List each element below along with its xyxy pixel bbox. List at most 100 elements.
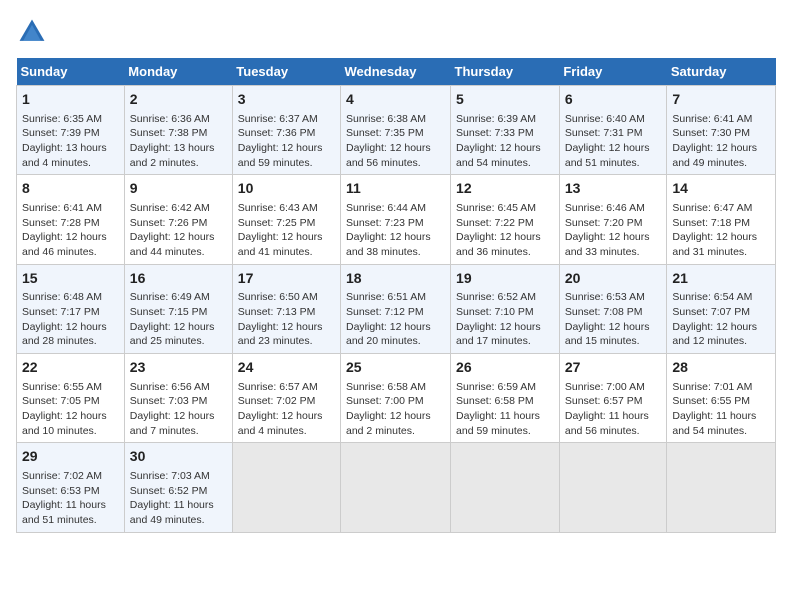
day-info: Sunrise: 6:56 AMSunset: 7:03 PMDaylight:…: [130, 380, 227, 439]
day-number: 12: [456, 179, 554, 199]
calendar-row: 22Sunrise: 6:55 AMSunset: 7:05 PMDayligh…: [17, 354, 776, 443]
day-number: 29: [22, 447, 119, 467]
calendar-cell: 9Sunrise: 6:42 AMSunset: 7:26 PMDaylight…: [124, 175, 232, 264]
calendar-cell: 5Sunrise: 6:39 AMSunset: 7:33 PMDaylight…: [451, 86, 560, 175]
day-header-tuesday: Tuesday: [232, 58, 340, 86]
calendar-cell: 16Sunrise: 6:49 AMSunset: 7:15 PMDayligh…: [124, 264, 232, 353]
day-info: Sunrise: 7:02 AMSunset: 6:53 PMDaylight:…: [22, 469, 119, 528]
calendar-cell: [451, 443, 560, 532]
day-info: Sunrise: 6:53 AMSunset: 7:08 PMDaylight:…: [565, 290, 662, 349]
day-number: 13: [565, 179, 662, 199]
day-number: 30: [130, 447, 227, 467]
header-row: SundayMondayTuesdayWednesdayThursdayFrid…: [17, 58, 776, 86]
day-info: Sunrise: 6:49 AMSunset: 7:15 PMDaylight:…: [130, 290, 227, 349]
day-number: 16: [130, 269, 227, 289]
calendar-cell: 6Sunrise: 6:40 AMSunset: 7:31 PMDaylight…: [559, 86, 667, 175]
calendar-cell: 15Sunrise: 6:48 AMSunset: 7:17 PMDayligh…: [17, 264, 125, 353]
day-info: Sunrise: 6:44 AMSunset: 7:23 PMDaylight:…: [346, 201, 445, 260]
calendar-cell: 12Sunrise: 6:45 AMSunset: 7:22 PMDayligh…: [451, 175, 560, 264]
day-number: 17: [238, 269, 335, 289]
calendar-cell: [667, 443, 776, 532]
day-info: Sunrise: 6:41 AMSunset: 7:30 PMDaylight:…: [672, 112, 770, 171]
day-info: Sunrise: 6:43 AMSunset: 7:25 PMDaylight:…: [238, 201, 335, 260]
day-number: 24: [238, 358, 335, 378]
day-info: Sunrise: 7:03 AMSunset: 6:52 PMDaylight:…: [130, 469, 227, 528]
calendar-cell: 18Sunrise: 6:51 AMSunset: 7:12 PMDayligh…: [341, 264, 451, 353]
day-info: Sunrise: 6:45 AMSunset: 7:22 PMDaylight:…: [456, 201, 554, 260]
day-number: 28: [672, 358, 770, 378]
calendar-cell: 10Sunrise: 6:43 AMSunset: 7:25 PMDayligh…: [232, 175, 340, 264]
calendar-cell: 13Sunrise: 6:46 AMSunset: 7:20 PMDayligh…: [559, 175, 667, 264]
day-number: 2: [130, 90, 227, 110]
calendar-row: 8Sunrise: 6:41 AMSunset: 7:28 PMDaylight…: [17, 175, 776, 264]
day-info: Sunrise: 6:36 AMSunset: 7:38 PMDaylight:…: [130, 112, 227, 171]
calendar-cell: 19Sunrise: 6:52 AMSunset: 7:10 PMDayligh…: [451, 264, 560, 353]
day-info: Sunrise: 6:41 AMSunset: 7:28 PMDaylight:…: [22, 201, 119, 260]
day-info: Sunrise: 7:00 AMSunset: 6:57 PMDaylight:…: [565, 380, 662, 439]
day-header-saturday: Saturday: [667, 58, 776, 86]
day-number: 14: [672, 179, 770, 199]
day-number: 6: [565, 90, 662, 110]
day-info: Sunrise: 6:55 AMSunset: 7:05 PMDaylight:…: [22, 380, 119, 439]
day-number: 4: [346, 90, 445, 110]
logo: [16, 16, 52, 48]
day-info: Sunrise: 6:37 AMSunset: 7:36 PMDaylight:…: [238, 112, 335, 171]
calendar-cell: 27Sunrise: 7:00 AMSunset: 6:57 PMDayligh…: [559, 354, 667, 443]
day-number: 10: [238, 179, 335, 199]
calendar-cell: 20Sunrise: 6:53 AMSunset: 7:08 PMDayligh…: [559, 264, 667, 353]
day-header-monday: Monday: [124, 58, 232, 86]
calendar-cell: 30Sunrise: 7:03 AMSunset: 6:52 PMDayligh…: [124, 443, 232, 532]
calendar-cell: 23Sunrise: 6:56 AMSunset: 7:03 PMDayligh…: [124, 354, 232, 443]
day-header-sunday: Sunday: [17, 58, 125, 86]
day-number: 27: [565, 358, 662, 378]
day-info: Sunrise: 6:39 AMSunset: 7:33 PMDaylight:…: [456, 112, 554, 171]
day-info: Sunrise: 6:54 AMSunset: 7:07 PMDaylight:…: [672, 290, 770, 349]
calendar-cell: 29Sunrise: 7:02 AMSunset: 6:53 PMDayligh…: [17, 443, 125, 532]
calendar-row: 1Sunrise: 6:35 AMSunset: 7:39 PMDaylight…: [17, 86, 776, 175]
calendar-cell: 24Sunrise: 6:57 AMSunset: 7:02 PMDayligh…: [232, 354, 340, 443]
calendar-cell: 28Sunrise: 7:01 AMSunset: 6:55 PMDayligh…: [667, 354, 776, 443]
day-number: 1: [22, 90, 119, 110]
calendar-cell: 1Sunrise: 6:35 AMSunset: 7:39 PMDaylight…: [17, 86, 125, 175]
calendar-row: 15Sunrise: 6:48 AMSunset: 7:17 PMDayligh…: [17, 264, 776, 353]
calendar-cell: 21Sunrise: 6:54 AMSunset: 7:07 PMDayligh…: [667, 264, 776, 353]
day-info: Sunrise: 6:51 AMSunset: 7:12 PMDaylight:…: [346, 290, 445, 349]
day-number: 7: [672, 90, 770, 110]
day-info: Sunrise: 6:58 AMSunset: 7:00 PMDaylight:…: [346, 380, 445, 439]
day-number: 21: [672, 269, 770, 289]
day-info: Sunrise: 6:52 AMSunset: 7:10 PMDaylight:…: [456, 290, 554, 349]
day-info: Sunrise: 6:59 AMSunset: 6:58 PMDaylight:…: [456, 380, 554, 439]
calendar-cell: [341, 443, 451, 532]
logo-icon: [16, 16, 48, 48]
calendar-cell: 2Sunrise: 6:36 AMSunset: 7:38 PMDaylight…: [124, 86, 232, 175]
day-number: 18: [346, 269, 445, 289]
day-info: Sunrise: 6:50 AMSunset: 7:13 PMDaylight:…: [238, 290, 335, 349]
day-header-wednesday: Wednesday: [341, 58, 451, 86]
calendar-cell: 3Sunrise: 6:37 AMSunset: 7:36 PMDaylight…: [232, 86, 340, 175]
day-header-friday: Friday: [559, 58, 667, 86]
calendar-row: 29Sunrise: 7:02 AMSunset: 6:53 PMDayligh…: [17, 443, 776, 532]
day-number: 3: [238, 90, 335, 110]
day-info: Sunrise: 6:38 AMSunset: 7:35 PMDaylight:…: [346, 112, 445, 171]
calendar-table: SundayMondayTuesdayWednesdayThursdayFrid…: [16, 58, 776, 533]
calendar-cell: 22Sunrise: 6:55 AMSunset: 7:05 PMDayligh…: [17, 354, 125, 443]
calendar-cell: [232, 443, 340, 532]
day-info: Sunrise: 6:47 AMSunset: 7:18 PMDaylight:…: [672, 201, 770, 260]
page-header: [16, 16, 776, 48]
day-number: 23: [130, 358, 227, 378]
day-number: 9: [130, 179, 227, 199]
calendar-cell: 25Sunrise: 6:58 AMSunset: 7:00 PMDayligh…: [341, 354, 451, 443]
calendar-cell: [559, 443, 667, 532]
day-number: 8: [22, 179, 119, 199]
day-number: 26: [456, 358, 554, 378]
day-header-thursday: Thursday: [451, 58, 560, 86]
day-number: 5: [456, 90, 554, 110]
day-info: Sunrise: 7:01 AMSunset: 6:55 PMDaylight:…: [672, 380, 770, 439]
day-info: Sunrise: 6:46 AMSunset: 7:20 PMDaylight:…: [565, 201, 662, 260]
day-number: 20: [565, 269, 662, 289]
day-info: Sunrise: 6:48 AMSunset: 7:17 PMDaylight:…: [22, 290, 119, 349]
calendar-cell: 26Sunrise: 6:59 AMSunset: 6:58 PMDayligh…: [451, 354, 560, 443]
calendar-cell: 7Sunrise: 6:41 AMSunset: 7:30 PMDaylight…: [667, 86, 776, 175]
day-info: Sunrise: 6:40 AMSunset: 7:31 PMDaylight:…: [565, 112, 662, 171]
calendar-cell: 8Sunrise: 6:41 AMSunset: 7:28 PMDaylight…: [17, 175, 125, 264]
